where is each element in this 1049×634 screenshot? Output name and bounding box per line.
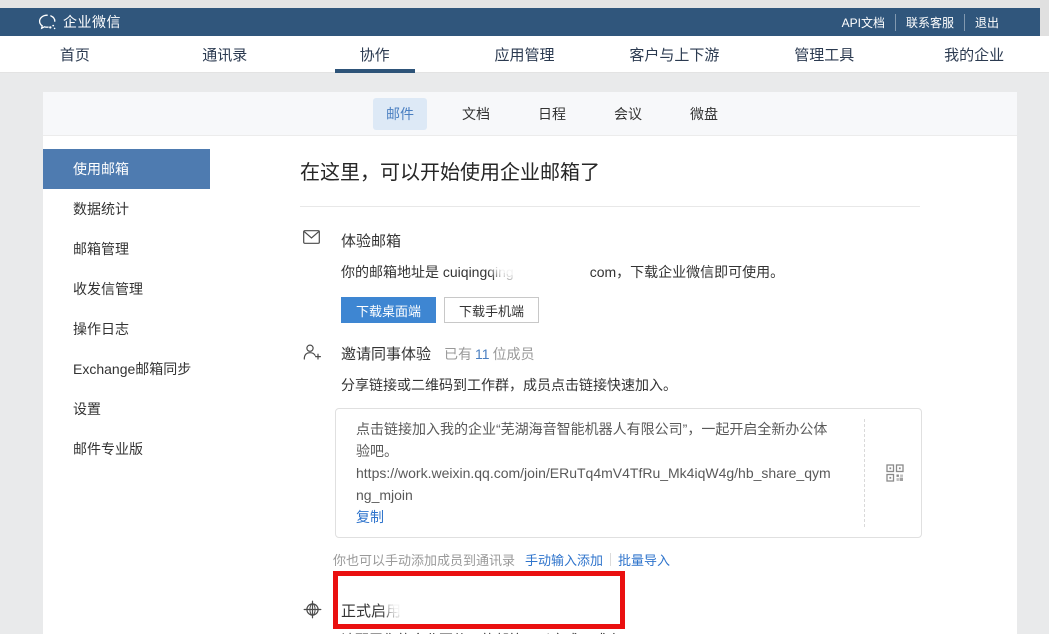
active-nav-underline xyxy=(335,69,415,73)
download-desktop-button[interactable]: 下载桌面端 xyxy=(341,297,436,323)
topbar-links: API文档 联系客服 退出 xyxy=(832,14,1009,31)
sidebar-item-use-mailbox[interactable]: 使用邮箱 xyxy=(43,149,210,189)
nav-label: 协作 xyxy=(360,44,390,65)
topbar-link-logout[interactable]: 退出 xyxy=(964,14,1009,31)
sidebar-item-exchange-sync[interactable]: Exchange邮箱同步 xyxy=(43,349,210,389)
browser-edge-strip xyxy=(0,0,1049,8)
sidebar-item-operation-log[interactable]: 操作日志 xyxy=(43,309,210,349)
activation-description: 请配置你的企业要使用的邮箱，以完成正式启用。 xyxy=(341,630,928,634)
activation-title: 正式启用 xyxy=(341,600,401,621)
nav-label: 管理工具 xyxy=(794,44,854,65)
page-title: 在这里，可以开始使用企业邮箱了 xyxy=(300,156,920,207)
topbar-link-contact-support[interactable]: 联系客服 xyxy=(895,14,964,31)
badge-suffix: 位成员 xyxy=(493,346,535,362)
nav-item-customers[interactable]: 客户与上下游 xyxy=(599,36,749,72)
nav-label: 通讯录 xyxy=(202,44,247,65)
manual-add-link[interactable]: 手动输入添加 xyxy=(525,550,603,569)
nav-label: 首页 xyxy=(60,44,90,65)
badge-prefix: 已有 xyxy=(444,346,472,362)
mail-sidebar: 使用邮箱 数据统计 邮箱管理 收发信管理 操作日志 Exchange邮箱同步 设… xyxy=(43,136,210,634)
section-trial-mailbox: 体验邮箱 你的邮箱地址是 cuiqingqingcom，下载企业微信即可使用。 … xyxy=(300,230,928,323)
mail-content: 在这里，可以开始使用企业邮箱了 体验邮箱 你的邮箱地址是 cuiqingqing… xyxy=(210,136,1017,634)
sidebar-item-mailbox-management[interactable]: 邮箱管理 xyxy=(43,229,210,269)
share-invite-text: 点击链接加入我的企业“芜湖海音智能机器人有限公司”，一起开启全新办公体验吧。 xyxy=(356,418,835,462)
sidebar-item-settings[interactable]: 设置 xyxy=(43,389,210,429)
copy-link-button[interactable]: 复制 xyxy=(356,509,384,525)
app-topbar: 企业微信 API文档 联系客服 退出 xyxy=(0,8,1049,36)
manual-add-line: 你也可以手动添加成员到通讯录 手动输入添加 批量导入 xyxy=(333,550,928,569)
main-card: 邮件 文档 日程 会议 微盘 使用邮箱 数据统计 邮箱管理 收发信管理 操作日志… xyxy=(43,92,1017,634)
envelope-icon xyxy=(303,230,320,244)
crosshair-globe-icon xyxy=(303,600,322,619)
collaboration-tabstrip: 邮件 文档 日程 会议 微盘 xyxy=(43,92,1017,136)
tab-docs[interactable]: 文档 xyxy=(449,98,503,130)
nav-item-collaboration[interactable]: 协作 xyxy=(300,36,450,72)
batch-import-link[interactable]: 批量导入 xyxy=(618,550,670,569)
member-count-badge: 已有11位成员 xyxy=(444,344,535,364)
section-official-activation: 正式启用 请配置你的企业要使用的邮箱，以完成正式启用。 当前域名n.com 配置 xyxy=(300,600,928,634)
member-count: 11 xyxy=(472,346,493,362)
sidebar-item-statistics[interactable]: 数据统计 xyxy=(43,189,210,229)
nav-item-app-management[interactable]: 应用管理 xyxy=(450,36,600,72)
tab-meeting[interactable]: 会议 xyxy=(601,98,655,130)
nav-label: 应用管理 xyxy=(495,44,555,65)
nav-label: 客户与上下游 xyxy=(629,44,719,65)
main-navbar: 首页 通讯录 协作 应用管理 客户与上下游 管理工具 我的企业 xyxy=(0,36,1049,73)
tab-calendar[interactable]: 日程 xyxy=(525,98,579,130)
nav-item-contacts[interactable]: 通讯录 xyxy=(150,36,300,72)
manual-hint: 你也可以手动添加成员到通讯录 xyxy=(333,550,515,569)
section-invite-colleagues: 邀请同事体验 已有11位成员 分享链接或二维码到工作群，成员点击链接快速加入。 … xyxy=(300,343,928,569)
sidebar-item-mail-pro[interactable]: 邮件专业版 xyxy=(43,429,210,469)
nav-item-my-company[interactable]: 我的企业 xyxy=(899,36,1049,72)
trial-description: 你的邮箱地址是 cuiqingqing com，下载企业微信即可使用。 xyxy=(341,262,928,282)
email-text-prefix: 你的邮箱地址是 cuiqingqing xyxy=(341,264,514,280)
scrollbar[interactable] xyxy=(1040,0,1049,36)
email-text-suffix: com，下载企业微信即可使用。 xyxy=(590,264,784,280)
wechat-work-bubble-icon xyxy=(38,14,57,30)
download-buttons: 下载桌面端 下载手机端 xyxy=(341,297,928,323)
nav-item-home[interactable]: 首页 xyxy=(0,36,150,72)
invite-description: 分享链接或二维码到工作群，成员点击链接快速加入。 xyxy=(341,375,928,395)
brand-logo[interactable]: 企业微信 xyxy=(38,12,121,32)
nav-item-admin-tools[interactable]: 管理工具 xyxy=(749,36,899,72)
nav-label: 我的企业 xyxy=(944,44,1004,65)
sidebar-item-send-receive[interactable]: 收发信管理 xyxy=(43,269,210,309)
download-mobile-button[interactable]: 下载手机端 xyxy=(444,297,539,323)
qr-code-icon[interactable] xyxy=(886,464,904,482)
trial-title: 体验邮箱 xyxy=(341,230,401,251)
share-link-box: 点击链接加入我的企业“芜湖海音智能机器人有限公司”，一起开启全新办公体验吧。 h… xyxy=(335,408,922,538)
tab-drive[interactable]: 微盘 xyxy=(677,98,731,130)
share-invite-url: https://work.weixin.qq.com/join/ERuTq4mV… xyxy=(356,462,835,506)
person-add-icon xyxy=(303,343,322,361)
dashed-divider xyxy=(864,419,865,527)
link-separator xyxy=(610,553,611,566)
topbar-link-api-docs[interactable]: API文档 xyxy=(832,14,895,31)
tab-mail[interactable]: 邮件 xyxy=(373,98,427,130)
invite-title: 邀请同事体验 xyxy=(341,343,431,364)
brand-name: 企业微信 xyxy=(63,12,121,32)
